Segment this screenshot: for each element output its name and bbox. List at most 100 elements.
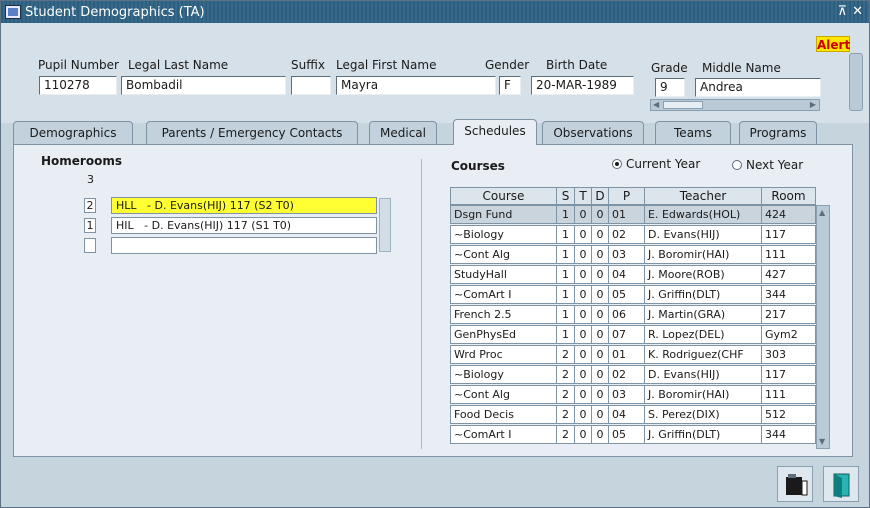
term-cell[interactable]: 0 [574, 245, 592, 264]
title-bar[interactable]: Student Demographics (TA) ⊼ ✕ [1, 1, 869, 23]
term-cell[interactable]: 0 [574, 225, 592, 244]
first-name-field[interactable]: Mayra [336, 76, 496, 95]
day-cell[interactable]: 0 [591, 365, 609, 384]
tab-teams[interactable]: Teams [655, 121, 731, 145]
homeroom-row[interactable] [111, 237, 377, 254]
term-cell[interactable]: 0 [574, 425, 592, 444]
scroll-up-icon[interactable]: ▲ [819, 208, 825, 217]
grade-field[interactable]: 9 [655, 78, 685, 97]
current-year-radio[interactable]: Current Year [612, 157, 700, 171]
next-year-radio[interactable]: Next Year [732, 158, 803, 172]
tab-observations[interactable]: Observations [542, 121, 644, 145]
day-cell[interactable]: 0 [591, 265, 609, 284]
day-cell[interactable]: 0 [591, 285, 609, 304]
scroll-left-icon[interactable]: ◀ [653, 100, 659, 109]
tab-demographics[interactable]: Demographics [13, 121, 133, 145]
term-cell[interactable]: 0 [574, 325, 592, 344]
period-cell[interactable]: 04 [608, 265, 645, 284]
course-cell[interactable]: ~Cont Alg [450, 385, 557, 404]
room-cell[interactable]: 344 [761, 425, 816, 444]
homeroom-num[interactable]: 1 [84, 218, 96, 233]
header-vertical-scrollbar[interactable] [849, 53, 863, 111]
homeroom-num[interactable] [84, 238, 96, 253]
homeroom-row[interactable]: HLL - D. Evans(HIJ) 117 (S2 T0) [111, 197, 377, 214]
course-cell[interactable]: StudyHall [450, 265, 557, 284]
homeroom-num[interactable]: 2 [84, 198, 96, 213]
room-cell[interactable]: 303 [761, 345, 816, 364]
room-cell[interactable]: 111 [761, 245, 816, 264]
period-cell[interactable]: 05 [608, 285, 645, 304]
semester-cell[interactable]: 1 [556, 305, 575, 324]
film-clip-button[interactable] [777, 466, 813, 502]
semester-cell[interactable]: 2 [556, 345, 575, 364]
courses-scrollbar[interactable]: ▲ ▼ [816, 205, 830, 449]
course-cell[interactable]: ~ComArt I [450, 285, 557, 304]
period-cell[interactable]: 03 [608, 245, 645, 264]
semester-cell[interactable]: 1 [556, 265, 575, 284]
teacher-cell[interactable]: D. Evans(HIJ) [644, 225, 762, 244]
semester-cell[interactable]: 2 [556, 405, 575, 424]
course-cell[interactable]: French 2.5 [450, 305, 557, 324]
teacher-cell[interactable]: S. Perez(DIX) [644, 405, 762, 424]
middle-name-field[interactable]: Andrea [695, 78, 821, 97]
room-cell[interactable]: 111 [761, 385, 816, 404]
term-cell[interactable]: 0 [574, 205, 592, 224]
period-cell[interactable]: 06 [608, 305, 645, 324]
period-cell[interactable]: 01 [608, 345, 645, 364]
tab-medical[interactable]: Medical [369, 121, 437, 145]
room-cell[interactable]: 424 [761, 205, 816, 224]
course-cell[interactable]: ~Cont Alg [450, 245, 557, 264]
term-cell[interactable]: 0 [574, 265, 592, 284]
course-cell[interactable]: ~ComArt I [450, 425, 557, 444]
period-cell[interactable]: 03 [608, 385, 645, 404]
term-cell[interactable]: 0 [574, 285, 592, 304]
course-cell[interactable]: Dsgn Fund [450, 205, 557, 224]
suffix-field[interactable] [291, 76, 331, 95]
semester-cell[interactable]: 1 [556, 245, 575, 264]
day-cell[interactable]: 0 [591, 305, 609, 324]
alert-badge[interactable]: Alert [816, 36, 850, 52]
period-cell[interactable]: 02 [608, 225, 645, 244]
semester-cell[interactable]: 1 [556, 285, 575, 304]
course-cell[interactable]: Food Decis [450, 405, 557, 424]
teacher-cell[interactable]: J. Boromir(HAI) [644, 385, 762, 404]
close-icon[interactable]: ✕ [852, 4, 863, 19]
course-cell[interactable]: Wrd Proc [450, 345, 557, 364]
day-cell[interactable]: 0 [591, 385, 609, 404]
tab-programs[interactable]: Programs [739, 121, 817, 145]
header-horizontal-scrollbar[interactable]: ◀ ▶ [650, 99, 820, 111]
homeroom-row[interactable]: HIL - D. Evans(HIJ) 117 (S1 T0) [111, 217, 377, 234]
day-cell[interactable]: 0 [591, 205, 609, 224]
day-cell[interactable]: 0 [591, 325, 609, 344]
birth-date-field[interactable]: 20-MAR-1989 [531, 76, 634, 95]
term-cell[interactable]: 0 [574, 305, 592, 324]
tab-parents-emergency-contacts[interactable]: Parents / Emergency Contacts [146, 121, 358, 145]
day-cell[interactable]: 0 [591, 405, 609, 424]
teacher-cell[interactable]: E. Edwards(HOL) [644, 205, 762, 224]
semester-cell[interactable]: 2 [556, 425, 575, 444]
room-cell[interactable]: 344 [761, 285, 816, 304]
room-cell[interactable]: 117 [761, 365, 816, 384]
day-cell[interactable]: 0 [591, 345, 609, 364]
teacher-cell[interactable]: K. Rodriguez(CHF [644, 345, 762, 364]
semester-cell[interactable]: 2 [556, 385, 575, 404]
period-cell[interactable]: 01 [608, 205, 645, 224]
term-cell[interactable]: 0 [574, 365, 592, 384]
teacher-cell[interactable]: J. Moore(ROB) [644, 265, 762, 284]
semester-cell[interactable]: 1 [556, 205, 575, 224]
course-cell[interactable]: GenPhysEd [450, 325, 557, 344]
room-cell[interactable]: 512 [761, 405, 816, 424]
exit-button[interactable] [823, 466, 859, 502]
room-cell[interactable]: Gym2 [761, 325, 816, 344]
period-cell[interactable]: 07 [608, 325, 645, 344]
day-cell[interactable]: 0 [591, 425, 609, 444]
homerooms-scrollbar[interactable] [379, 198, 391, 252]
period-cell[interactable]: 05 [608, 425, 645, 444]
term-cell[interactable]: 0 [574, 405, 592, 424]
term-cell[interactable]: 0 [574, 345, 592, 364]
scroll-down-icon[interactable]: ▼ [819, 437, 825, 446]
teacher-cell[interactable]: J. Boromir(HAI) [644, 245, 762, 264]
room-cell[interactable]: 117 [761, 225, 816, 244]
room-cell[interactable]: 427 [761, 265, 816, 284]
period-cell[interactable]: 02 [608, 365, 645, 384]
